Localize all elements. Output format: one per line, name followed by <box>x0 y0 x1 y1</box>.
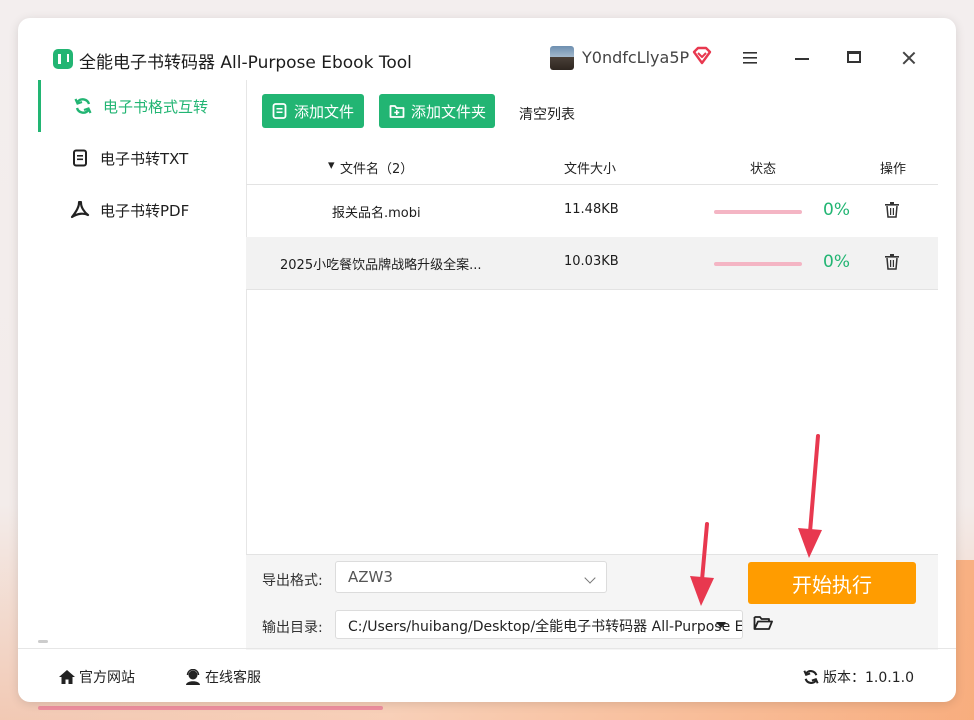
footer: 官方网站 在线客服 版本：1.0.1.0 <box>18 648 956 702</box>
format-label: 导出格式: <box>262 573 323 589</box>
column-header-action: 操作 <box>880 162 907 177</box>
website-link[interactable]: 官方网站 <box>58 667 135 687</box>
support-agent-icon <box>186 669 200 685</box>
refresh-icon <box>73 96 93 116</box>
version-info: 版本：1.0.1.0 <box>802 667 914 687</box>
open-folder-icon[interactable] <box>753 615 773 631</box>
version-label: 版本：1.0.1.0 <box>823 670 914 686</box>
app-logo-icon <box>53 49 73 69</box>
username[interactable]: Y0ndfcLlya5P <box>582 48 689 67</box>
add-file-label: 添加文件 <box>294 102 355 121</box>
add-folder-button[interactable]: 添加文件夹 <box>379 94 495 128</box>
output-dir-label: 输出目录: <box>262 620 323 636</box>
add-file-icon <box>272 103 287 119</box>
output-dir-value: C:/Users/huibang/Desktop/全能电子书转码器 All-Pu… <box>348 619 743 635</box>
file-table-header: ▾ 文件名（2） 文件大小 状态 操作 <box>246 148 938 185</box>
start-button[interactable]: 开始执行 <box>748 562 916 604</box>
background-accent-bar <box>38 706 383 710</box>
table-row[interactable]: 2025小吃餐饮品牌战略升级全案... 10.03KB 0% <box>246 237 938 290</box>
home-icon <box>59 670 75 684</box>
clear-list-button[interactable]: 清空列表 <box>519 104 575 124</box>
progress-percent: 0% <box>823 252 850 272</box>
sidebar-item-to-txt[interactable]: 电子书转TXT <box>38 132 246 184</box>
refresh-icon <box>803 670 819 684</box>
column-header-name[interactable]: 文件名（2） <box>340 158 413 177</box>
chevron-down-icon <box>584 572 596 584</box>
document-icon <box>70 148 90 168</box>
column-header-status: 状态 <box>750 162 777 177</box>
minimize-icon[interactable] <box>795 58 809 60</box>
vip-diamond-icon[interactable] <box>691 46 713 66</box>
file-size: 11.48KB <box>564 202 619 217</box>
sidebar: 电子书格式互转 电子书转TXT 电子书转PDF <box>38 80 247 648</box>
maximize-icon[interactable] <box>847 51 861 63</box>
column-header-size: 文件大小 <box>564 162 617 177</box>
sort-caret-icon[interactable]: ▾ <box>328 158 335 173</box>
dropdown-caret-icon <box>716 622 726 628</box>
app-title: 全能电子书转码器 All-Purpose Ebook Tool <box>79 53 412 73</box>
file-name: 2025小吃餐饮品牌战略升级全案... <box>280 258 482 273</box>
file-size: 10.03KB <box>564 254 619 269</box>
app-window: 全能电子书转码器 All-Purpose Ebook Tool Y0ndfcLl… <box>18 18 956 702</box>
title-bar: 全能电子书转码器 All-Purpose Ebook Tool Y0ndfcLl… <box>18 18 956 78</box>
website-label: 官方网站 <box>79 670 135 686</box>
user-avatar[interactable] <box>550 46 574 70</box>
add-folder-label: 添加文件夹 <box>411 102 487 121</box>
progress-bar <box>714 210 802 214</box>
progress-bar <box>714 262 802 266</box>
pdf-icon <box>70 200 90 220</box>
support-link[interactable]: 在线客服 <box>184 667 261 687</box>
format-select[interactable]: AZW3 <box>335 561 607 593</box>
sidebar-scrollbar[interactable] <box>38 640 48 643</box>
add-file-button[interactable]: 添加文件 <box>262 94 364 128</box>
menu-icon[interactable] <box>742 51 758 65</box>
output-dir-select[interactable]: C:/Users/huibang/Desktop/全能电子书转码器 All-Pu… <box>335 610 743 639</box>
progress-percent: 0% <box>823 200 850 220</box>
table-row[interactable]: 报关品名.mobi 11.48KB 0% <box>246 185 938 238</box>
close-icon[interactable] <box>901 50 917 66</box>
sidebar-item-label: 电子书转PDF <box>100 201 190 220</box>
sidebar-item-label: 电子书格式互转 <box>103 97 209 116</box>
format-value: AZW3 <box>348 568 393 586</box>
add-folder-icon <box>389 105 405 118</box>
sidebar-item-label: 电子书转TXT <box>100 149 189 168</box>
file-name: 报关品名.mobi <box>332 206 421 221</box>
sidebar-item-to-pdf[interactable]: 电子书转PDF <box>38 184 246 236</box>
sidebar-item-format-convert[interactable]: 电子书格式互转 <box>38 80 249 132</box>
delete-icon[interactable] <box>884 201 900 219</box>
delete-icon[interactable] <box>884 253 900 271</box>
support-label: 在线客服 <box>205 670 261 686</box>
